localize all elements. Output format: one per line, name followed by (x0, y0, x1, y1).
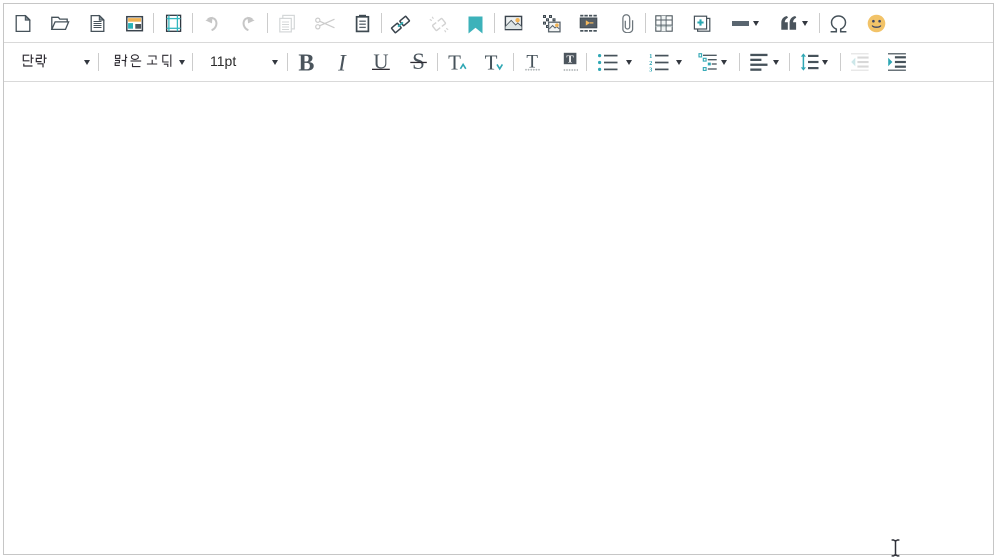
svg-text:T: T (485, 50, 498, 72)
svg-text:B: B (298, 51, 314, 75)
svg-text:T: T (448, 50, 461, 72)
svg-text:S: S (412, 49, 425, 74)
svg-text:1: 1 (649, 54, 652, 60)
svg-text:2: 2 (649, 61, 652, 67)
svg-text:T: T (566, 54, 574, 66)
svg-text:3: 3 (649, 68, 652, 72)
svg-text:I: I (337, 51, 347, 75)
